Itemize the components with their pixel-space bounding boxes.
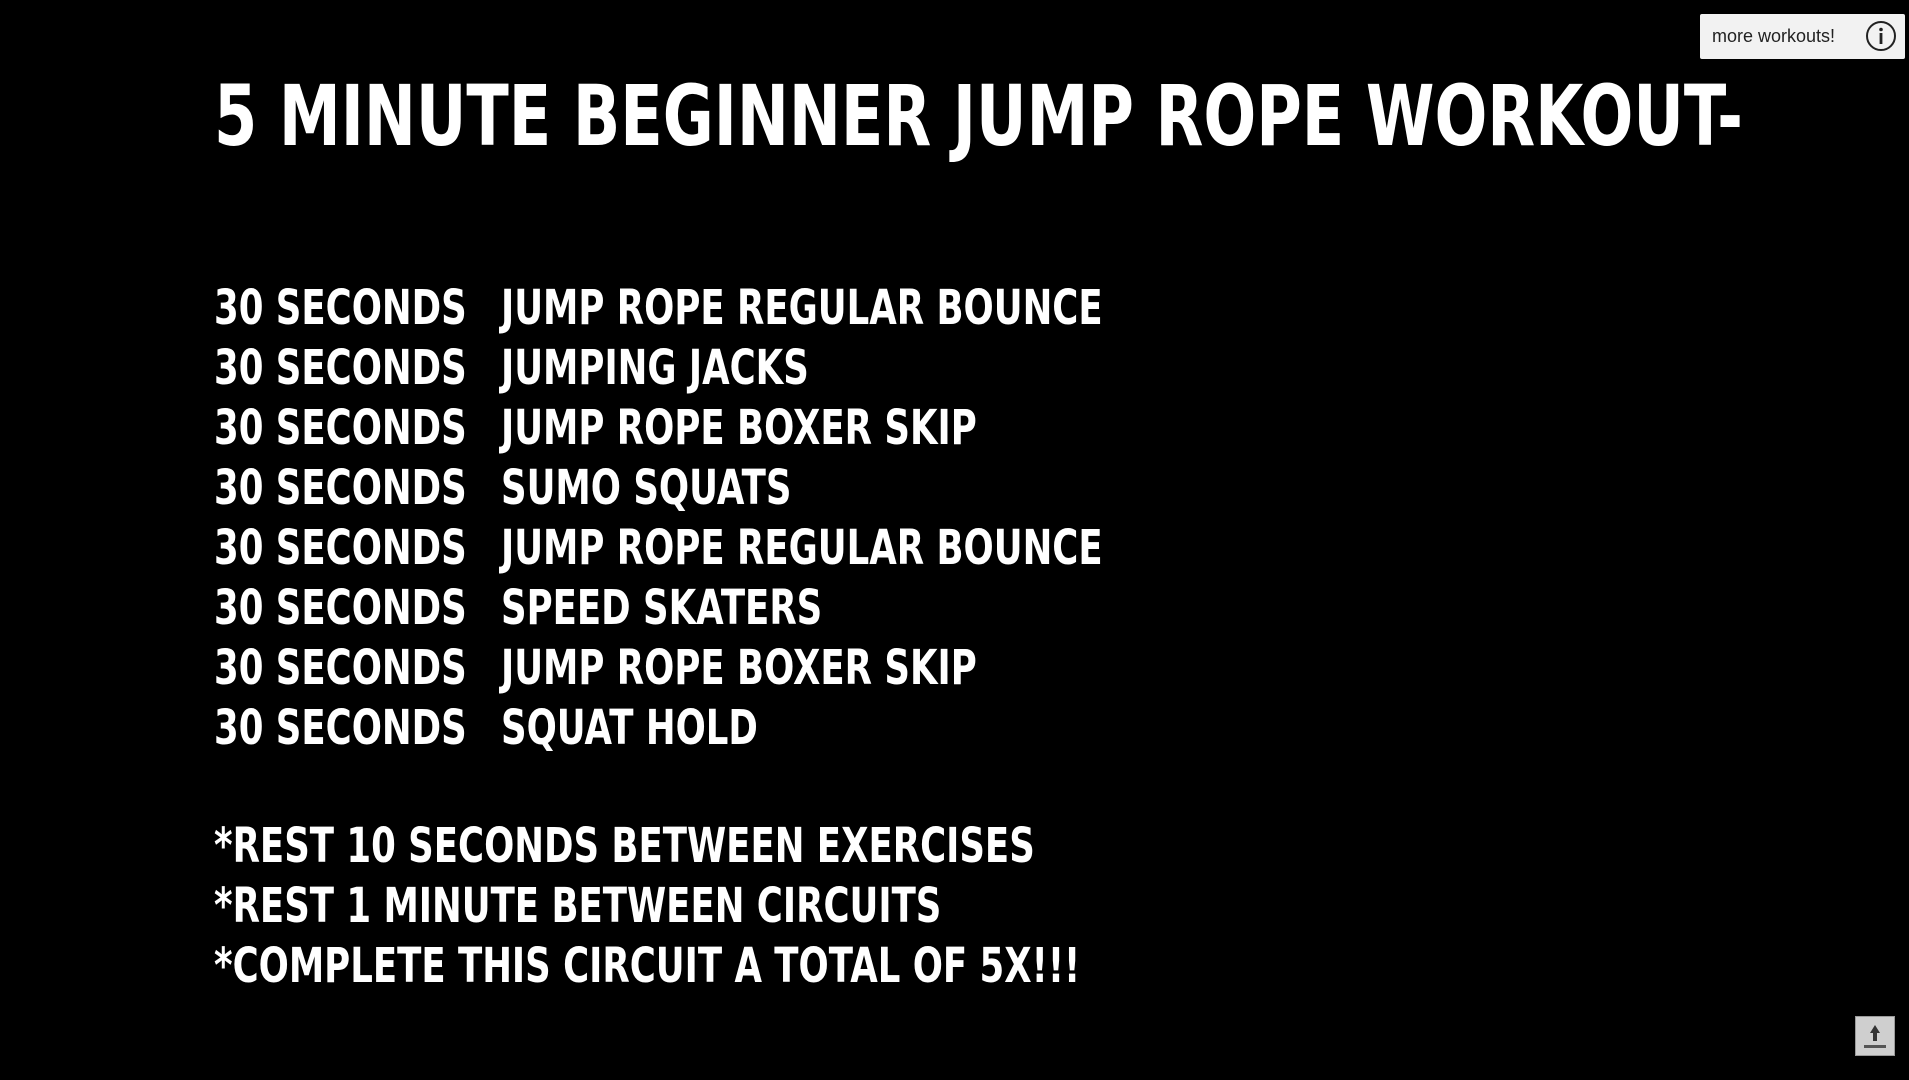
- circuit-duration: 30 SECONDS: [214, 340, 467, 396]
- circuit-exercise: JUMP ROPE REGULAR BOUNCE: [501, 520, 1103, 576]
- circuit-duration: 30 SECONDS: [214, 580, 467, 636]
- circuit-duration: 30 SECONDS: [214, 520, 467, 576]
- circuit-exercise: JUMP ROPE BOXER SKIP: [501, 640, 977, 696]
- workout-notes: *REST 10 SECONDS BETWEEN EXERCISES *REST…: [214, 816, 1385, 996]
- circuit-exercise: SUMO SQUATS: [501, 460, 792, 516]
- circuit-duration: 30 SECONDS: [214, 400, 467, 456]
- circuit-exercise: JUMP ROPE BOXER SKIP: [501, 400, 977, 456]
- circuit-duration: 30 SECONDS: [214, 280, 467, 336]
- circuit-exercise: SPEED SKATERS: [501, 580, 823, 636]
- workout-title: 5 MINUTE BEGINNER JUMP ROPE WORKOUT-: [214, 67, 1743, 165]
- video-frame[interactable]: 5 MINUTE BEGINNER JUMP ROPE WORKOUT- 30 …: [0, 0, 1909, 1080]
- circuit-exercise: JUMP ROPE REGULAR BOUNCE: [501, 280, 1103, 336]
- subscribe-watermark-icon[interactable]: [1855, 1016, 1895, 1056]
- info-icon[interactable]: [1865, 20, 1897, 52]
- circuit-exercise: JUMPING JACKS: [501, 340, 809, 396]
- note-line: *REST 10 SECONDS BETWEEN EXERCISES: [214, 818, 1035, 874]
- note-line: *REST 1 MINUTE BETWEEN CIRCUITS: [214, 878, 942, 934]
- circuit-duration: 30 SECONDS: [214, 460, 467, 516]
- note-line: *COMPLETE THIS CIRCUIT A TOTAL OF 5X!!!: [214, 938, 1081, 994]
- circuit-duration: 30 SECONDS: [214, 640, 467, 696]
- circuit-exercise: SQUAT HOLD: [501, 700, 758, 756]
- more-workouts-label: more workouts!: [1712, 26, 1836, 46]
- circuit-duration: 30 SECONDS: [214, 700, 467, 756]
- more-workouts-card-button[interactable]: more workouts!: [1700, 14, 1905, 59]
